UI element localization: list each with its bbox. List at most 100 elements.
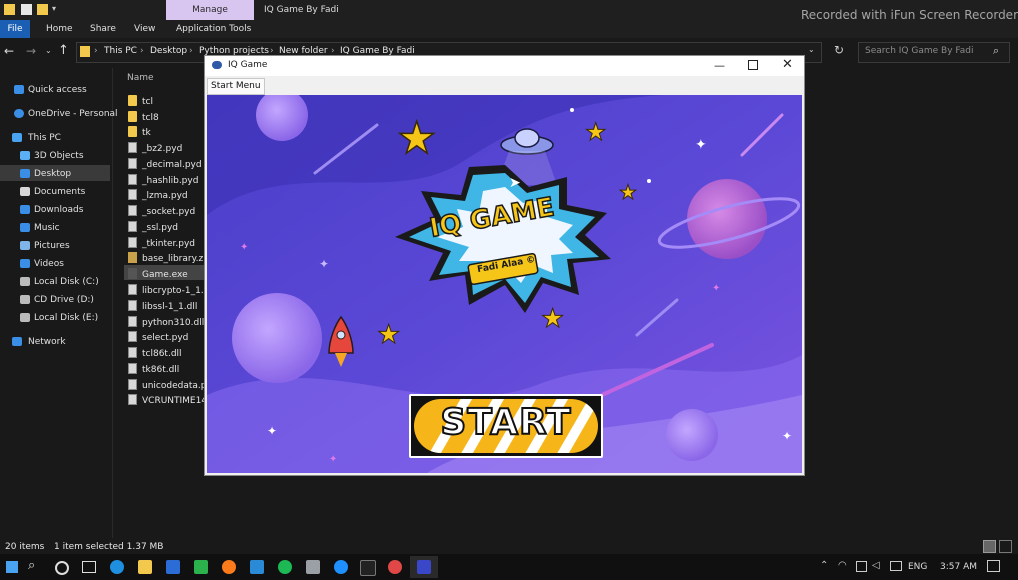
list-item[interactable]: libssl-1_1.dll [128,300,208,314]
spotify-icon[interactable] [278,560,292,574]
nav-this-pc[interactable]: This PC [28,133,61,143]
tray-chevron-icon[interactable]: ⌃ [820,560,828,571]
tiles-view-icon[interactable] [999,540,1012,553]
nav-local-disk-c[interactable]: Local Disk (C:) [34,277,99,287]
nav-videos[interactable]: Videos [34,259,64,269]
file-icon [128,300,137,311]
list-item[interactable]: VCRUNTIME140 [128,394,208,408]
game-window-title: IQ Game [228,60,268,70]
close-icon[interactable]: ✕ [782,57,793,72]
refresh-icon[interactable]: ↻ [834,43,844,57]
file-icon [128,284,137,295]
file-icon [128,331,137,342]
task-view-icon[interactable] [82,561,96,573]
list-item[interactable]: _tkinter.pyd [128,237,208,251]
nav-3d-objects[interactable]: 3D Objects [34,151,84,161]
nav-network[interactable]: Network [28,337,66,347]
notification-icon[interactable] [987,560,1000,572]
cd-drive-icon [20,295,30,304]
file-icon [128,237,137,248]
nav-pictures[interactable]: Pictures [34,241,70,251]
list-item[interactable]: _hashlib.pyd [128,174,208,188]
list-item[interactable]: _socket.pyd [128,205,208,219]
maximize-icon[interactable] [748,60,758,70]
recorder-icon[interactable] [388,560,402,574]
list-item[interactable]: tcl8 [128,111,208,125]
up-arrow-icon[interactable]: ↑ [58,43,69,58]
store-icon[interactable] [166,560,180,574]
start-button-label[interactable]: START [409,401,603,444]
search-icon[interactable]: ⌕ [28,558,35,573]
list-item[interactable]: tk86t.dll [128,363,208,377]
tab-view[interactable]: View [134,20,155,38]
exe-icon [128,268,137,279]
breadcrumb-this-pc[interactable]: This PC [104,46,137,56]
nav-documents[interactable]: Documents [34,187,85,197]
tab-application-tools[interactable]: Application Tools [176,20,251,38]
firefox-icon[interactable] [222,560,236,574]
address-dropdown-icon[interactable]: ⌄ [808,45,815,54]
search-icon[interactable]: ⌕ [993,44,999,58]
column-header-name[interactable]: Name [127,73,154,83]
file-icon [128,347,137,358]
recent-locations-icon[interactable]: ⌄ [45,46,52,55]
nav-desktop[interactable]: Desktop [34,169,71,179]
list-item[interactable]: Game.exe [128,268,208,282]
details-view-icon[interactable] [983,540,996,553]
pycharm-icon[interactable] [360,560,376,576]
cortana-icon[interactable] [55,561,69,575]
list-item[interactable]: _bz2.pyd [128,142,208,156]
clock[interactable]: 3:57 AM [940,562,977,572]
tray-app-icon[interactable] [856,561,867,572]
pane-divider[interactable] [112,68,113,538]
nav-quick-access[interactable]: Quick access [28,85,87,95]
list-item[interactable]: python310.dll [128,316,208,330]
breadcrumb-desktop[interactable]: Desktop [150,46,187,56]
app-icon[interactable] [334,560,348,574]
list-item[interactable]: _ssl.pyd [128,221,208,235]
video-icon [20,259,30,268]
file-icon [128,394,137,405]
box-app-icon[interactable] [306,560,320,574]
battery-icon[interactable] [890,561,902,571]
edge-icon[interactable] [110,560,124,574]
file-explorer-icon[interactable] [138,560,152,574]
menu-start[interactable]: Start Menu [207,78,265,95]
svg-text:✦: ✦ [329,454,337,465]
iq-game-taskbar-icon[interactable] [417,560,431,574]
list-item[interactable]: unicodedata.pyd [128,379,208,393]
nav-cd-drive-d[interactable]: CD Drive (D:) [34,295,94,305]
list-item[interactable]: select.pyd [128,331,208,345]
document-icon [20,187,30,196]
list-item[interactable]: tk [128,126,208,140]
start-icon[interactable] [6,561,18,573]
list-item[interactable]: libcrypto-1_1.dll [128,284,208,298]
tab-share[interactable]: Share [90,20,116,38]
quick-access-dropdown-icon[interactable]: ▾ [52,4,56,13]
list-item[interactable]: tcl86t.dll [128,347,208,361]
minimize-icon[interactable]: — [714,59,725,72]
vscode-icon[interactable] [250,560,264,574]
forward-arrow-icon[interactable]: → [26,44,36,58]
tab-file[interactable]: File [0,20,30,38]
list-item[interactable]: base_library.zip [128,252,208,266]
whatsapp-icon[interactable] [194,560,208,574]
nav-local-disk-e[interactable]: Local Disk (E:) [34,313,98,323]
properties-icon[interactable] [21,4,32,15]
back-arrow-icon[interactable]: ← [4,44,14,58]
folder-icon [4,4,15,15]
volume-icon[interactable]: ◁ [872,560,880,571]
new-folder-icon[interactable] [37,4,48,15]
language-indicator[interactable]: ENG [908,562,927,572]
nav-downloads[interactable]: Downloads [34,205,83,215]
svg-text:✦: ✦ [695,137,707,153]
wifi-icon[interactable]: ◠ [838,560,847,571]
list-item[interactable]: _decimal.pyd [128,158,208,172]
manage-tab[interactable]: Manage [166,0,254,20]
tab-home[interactable]: Home [46,20,73,38]
nav-music[interactable]: Music [34,223,60,233]
list-item[interactable]: _lzma.pyd [128,189,208,203]
list-item[interactable]: tcl [128,95,208,109]
svg-text:✦: ✦ [319,257,329,271]
nav-onedrive[interactable]: OneDrive - Personal [28,109,118,119]
